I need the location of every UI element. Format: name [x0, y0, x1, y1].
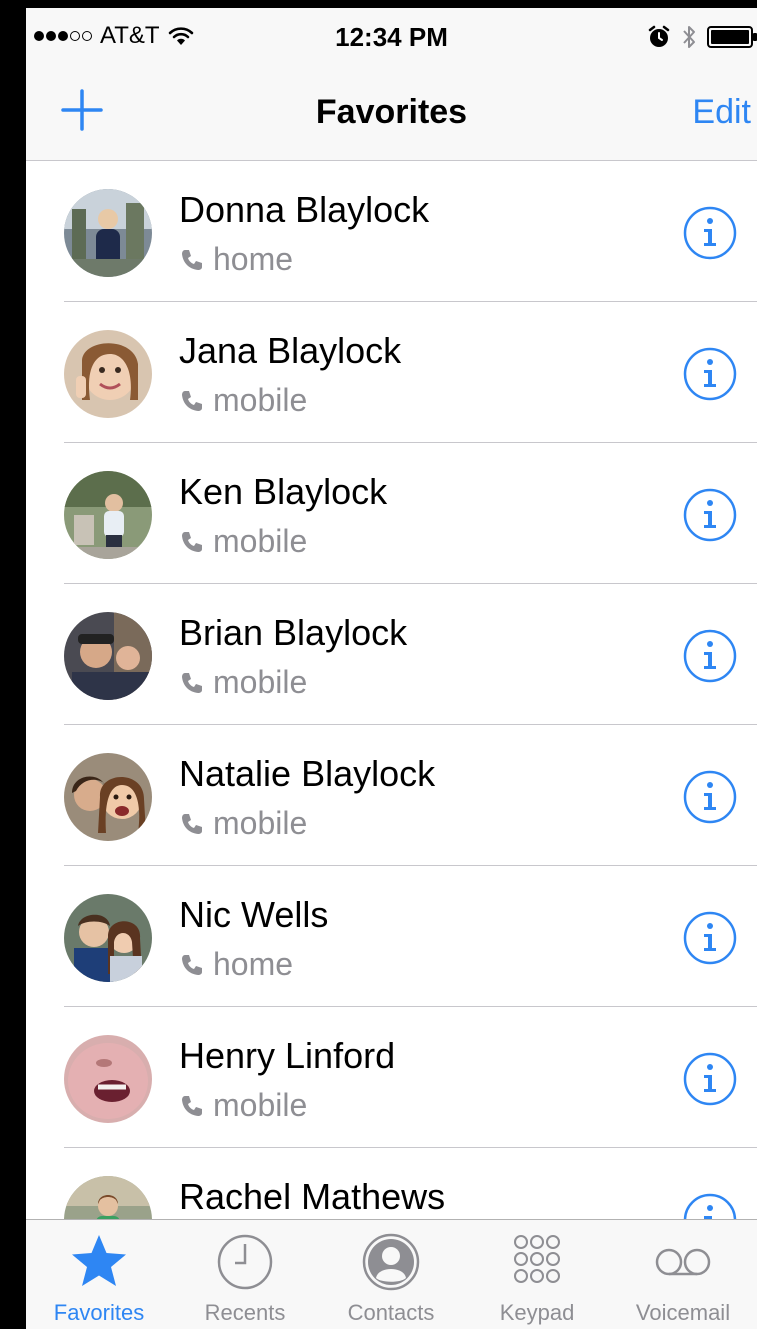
contact-name: Brian Blaylock — [179, 612, 408, 653]
info-icon — [683, 911, 737, 965]
tab-contacts[interactable]: Contacts — [318, 1220, 464, 1329]
phone-type-text: home — [213, 946, 294, 982]
info-button[interactable] — [682, 487, 738, 543]
status-right — [647, 24, 757, 50]
contact-name: Natalie Blaylock — [179, 753, 436, 794]
avatar — [64, 471, 152, 559]
phone-type-text: mobile — [213, 523, 308, 559]
tab-label: Keypad — [499, 1300, 575, 1325]
clock-icon — [217, 1234, 273, 1290]
phone-type-label: mobile — [179, 664, 307, 701]
info-button[interactable] — [682, 205, 738, 261]
edit-button[interactable]: Edit — [692, 64, 751, 160]
person-icon — [362, 1233, 420, 1291]
tab-label: Contacts — [347, 1300, 435, 1325]
favorite-row[interactable]: Jana Blaylock mobile — [26, 302, 757, 443]
contact-name: Donna Blaylock — [179, 189, 430, 230]
favorites-list: Donna Blaylock home Jana Blaylock mobile… — [26, 161, 757, 1219]
avatar — [64, 612, 152, 700]
phone-type-text: mobile — [213, 1087, 308, 1123]
info-button[interactable] — [682, 910, 738, 966]
favorite-row[interactable]: Ken Blaylock mobile — [26, 443, 757, 584]
phone-icon — [182, 813, 202, 834]
info-icon — [683, 1052, 737, 1106]
status-bar: AT&T 12:34 PM — [26, 8, 757, 64]
phone-favorites-app: AT&T 12:34 PM Favorites Edit Donna Blayl… — [26, 8, 757, 1329]
favorite-row[interactable]: Brian Blaylock mobile — [26, 584, 757, 725]
voicemail-icon — [655, 1248, 711, 1276]
tab-recents[interactable]: Recents — [172, 1220, 318, 1329]
phone-icon — [182, 531, 202, 552]
phone-icon — [182, 249, 202, 270]
phone-icon — [182, 1095, 202, 1116]
info-button[interactable] — [682, 1192, 738, 1219]
favorite-row[interactable]: Donna Blaylock home — [26, 161, 757, 302]
info-icon — [683, 488, 737, 542]
phone-type-text: home — [213, 241, 294, 277]
info-icon — [683, 347, 737, 401]
tab-label: Favorites — [53, 1300, 145, 1325]
avatar — [64, 330, 152, 418]
avatar — [64, 1176, 152, 1219]
phone-type-text: mobile — [213, 805, 308, 841]
phone-type-text: mobile — [213, 664, 308, 700]
info-button[interactable] — [682, 346, 738, 402]
tab-keypad[interactable]: Keypad — [464, 1220, 610, 1329]
keypad-icon — [514, 1235, 560, 1283]
add-favorite-button[interactable] — [60, 88, 104, 132]
tab-bar: Favorites Recents Contacts Keypad Voicem… — [26, 1219, 757, 1329]
info-icon — [683, 206, 737, 260]
plus-icon — [61, 89, 103, 131]
star-icon — [72, 1235, 126, 1286]
favorite-row[interactable]: Rachel Mathews — [26, 1148, 757, 1219]
avatar — [64, 189, 152, 277]
info-icon — [683, 629, 737, 683]
avatar — [64, 894, 152, 982]
screen-edge — [0, 0, 26, 1329]
favorite-row[interactable]: Nic Wells home — [26, 866, 757, 1007]
avatar — [64, 1035, 152, 1123]
info-icon — [683, 1193, 737, 1219]
info-button[interactable] — [682, 769, 738, 825]
navigation-bar: Favorites Edit — [26, 64, 757, 161]
phone-icon — [182, 390, 202, 411]
info-icon — [683, 770, 737, 824]
phone-type-text: mobile — [213, 382, 308, 418]
bluetooth-icon — [683, 26, 695, 48]
page-title: Favorites — [315, 93, 468, 131]
info-button[interactable] — [682, 1051, 738, 1107]
phone-type-label: mobile — [179, 1087, 307, 1124]
tab-label: Recents — [204, 1300, 286, 1325]
phone-type-label: mobile — [179, 523, 307, 560]
favorite-row[interactable]: Natalie Blaylock mobile — [26, 725, 757, 866]
contact-name: Rachel Mathews — [179, 1176, 446, 1217]
alarm-icon — [648, 25, 670, 47]
contact-name: Henry Linford — [179, 1035, 396, 1076]
avatar — [64, 753, 152, 841]
contact-name: Jana Blaylock — [179, 330, 402, 371]
tab-favorites[interactable]: Favorites — [26, 1220, 172, 1329]
tab-label: Voicemail — [635, 1300, 731, 1325]
info-button[interactable] — [682, 628, 738, 684]
phone-screen: AT&T 12:34 PM Favorites Edit Donna Blayl… — [0, 0, 757, 1329]
contact-name: Nic Wells — [179, 894, 329, 935]
phone-icon — [182, 954, 202, 975]
screen-edge-top — [0, 0, 757, 8]
phone-type-label: home — [179, 241, 293, 278]
battery-icon — [707, 26, 757, 48]
phone-icon — [182, 672, 202, 693]
contact-name: Ken Blaylock — [179, 471, 388, 512]
phone-type-label: mobile — [179, 382, 307, 419]
phone-type-label: home — [179, 946, 293, 983]
favorite-row[interactable]: Henry Linford mobile — [26, 1007, 757, 1148]
phone-type-label: mobile — [179, 805, 307, 842]
tab-voicemail[interactable]: Voicemail — [610, 1220, 756, 1329]
